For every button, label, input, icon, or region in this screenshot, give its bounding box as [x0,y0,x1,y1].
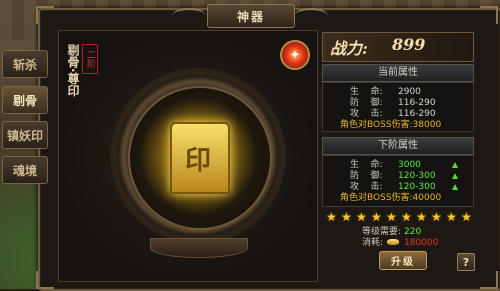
next-hp-label: 生 命: [350,160,383,170]
star-icon: ★ [326,210,337,224]
next-attack-label: 攻 击: [350,182,383,192]
star-icon: ★ [461,210,472,224]
frame-corner-ornament [480,271,498,289]
current-defense-value: 116-290 [398,98,436,108]
up-arrow-icon [452,162,458,168]
star-icon: ★ [401,210,412,224]
tab-tigu[interactable]: 剔骨 [2,86,48,114]
tab-zhenyaoyin[interactable]: 镇妖印 [2,121,48,149]
current-defense-label: 防 御: [350,98,383,108]
up-arrow-icon [452,173,458,179]
upgrade-button[interactable]: 升级 [379,251,427,270]
star-rating: ★ ★ ★ ★ ★ ★ ★ ★ ★ ★ [326,211,476,223]
artifact-name: 剔骨·尊印 [66,44,80,97]
window-title: 神器 [207,4,295,28]
star-icon: ★ [446,210,457,224]
seal-engraving: 印 [184,146,211,176]
title-ornament-right [294,8,328,24]
grade-badge: 二阶 [82,44,98,74]
gold-ingot-icon [387,239,399,245]
frame-corner-ornament [36,271,54,289]
star-icon: ★ [341,210,352,224]
cost-value: 180000 [404,238,439,248]
next-attack-value: 120-300 [398,182,436,192]
frame-corner-ornament [480,6,498,24]
star-icon: ★ [356,210,367,224]
current-hp-label: 生 命: [350,87,383,97]
up-arrow-icon [452,184,458,190]
level-requirement-value: 220 [404,227,422,237]
level-requirement-label: 等级需要: [362,227,402,237]
next-hp-value: 3000 [398,160,421,170]
artifact-pedestal [150,238,248,258]
star-icon: ★ [431,210,442,224]
tab-zhansha[interactable]: 斩杀 [2,50,48,78]
current-attack-value: 116-290 [398,109,436,119]
combat-power-value: 899 [392,35,426,54]
combat-power-label: 战力: [330,39,368,58]
star-icon: ★ [386,210,397,224]
next-defense-label: 防 御: [350,171,383,181]
tab-hunjing[interactable]: 魂境 [2,156,48,184]
current-attributes-heading: 当前属性 [322,64,474,82]
frame-corner-ornament [36,6,54,24]
current-attack-label: 攻 击: [350,109,383,119]
star-icon: ★ [416,210,427,224]
cost-label: 消耗: [362,238,384,248]
next-defense-value: 120-300 [398,171,436,181]
next-attributes-heading: 下阶属性 [322,137,474,155]
current-hp-value: 2900 [398,87,421,97]
help-button[interactable]: ? [457,253,475,271]
fire-skill-icon[interactable]: ✦ [280,40,310,70]
star-icon: ★ [371,210,382,224]
title-ornament-left [172,8,206,24]
current-boss-damage: 角色对BOSS伤害:38000 [340,120,442,130]
next-boss-damage: 角色对BOSS伤害:40000 [340,193,442,203]
